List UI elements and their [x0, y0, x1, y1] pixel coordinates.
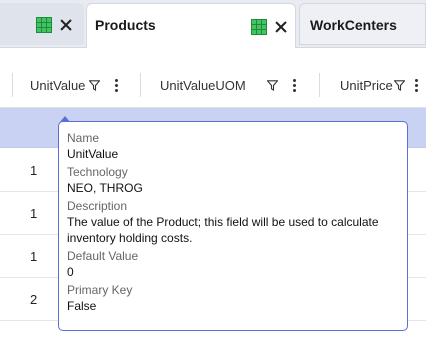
tooltip-technology-label: Technology	[67, 165, 128, 179]
close-icon[interactable]	[60, 19, 72, 31]
cell-unitvalue: 2	[30, 292, 38, 307]
tab-bar: Products WorkCenters	[0, 0, 426, 48]
cell-unitvalue: 1	[30, 206, 38, 221]
filter-icon[interactable]	[267, 80, 278, 91]
tooltip-name-label: Name	[67, 131, 100, 145]
tab-label: WorkCenters	[310, 17, 397, 33]
tooltip-primary-key-label: Primary Key	[67, 283, 133, 297]
tab-previous[interactable]	[0, 3, 84, 45]
tooltip-description-label: Description	[67, 199, 128, 213]
tab-products[interactable]: Products	[86, 3, 296, 48]
column-header-unitprice[interactable]: UnitPrice	[340, 63, 393, 108]
filter-icon[interactable]	[394, 80, 405, 91]
column-header-unitvalue[interactable]: UnitValue	[30, 63, 85, 108]
tab-workcenters[interactable]: WorkCenters	[299, 3, 426, 45]
column-header-label: UnitValue	[30, 78, 86, 93]
column-separator	[12, 73, 13, 97]
column-info-tooltip: Name UnitValue Technology NEO, THROG Des…	[58, 121, 408, 331]
grid-icon	[251, 19, 267, 35]
tooltip-description-value: The value of the Product; this field wil…	[67, 215, 379, 245]
column-menu-icon[interactable]	[292, 79, 296, 92]
column-header-unitvalueuom[interactable]: UnitValueUOM	[160, 63, 246, 108]
column-separator	[140, 73, 141, 97]
column-menu-icon[interactable]	[114, 79, 118, 92]
cell-unitvalue: 1	[30, 249, 38, 264]
close-icon[interactable]	[275, 21, 287, 33]
tooltip-name-value: UnitValue	[67, 147, 119, 161]
grid-icon	[36, 17, 52, 33]
column-header-row: UnitValue UnitValueUOM UnitPrice	[0, 63, 426, 108]
column-menu-icon[interactable]	[414, 79, 418, 92]
filter-icon[interactable]	[89, 80, 100, 91]
tooltip-primary-key-value: False	[67, 299, 97, 313]
column-header-label: UnitValueUOM	[160, 78, 246, 93]
cell-unitvalue: 1	[30, 163, 38, 178]
column-separator	[319, 73, 320, 97]
tooltip-default-value: 0	[67, 265, 74, 279]
tooltip-default-label: Default Value	[67, 249, 139, 263]
column-header-label: UnitPrice	[340, 78, 393, 93]
tab-label: Products	[95, 17, 156, 33]
tooltip-technology-value: NEO, THROG	[67, 181, 143, 195]
